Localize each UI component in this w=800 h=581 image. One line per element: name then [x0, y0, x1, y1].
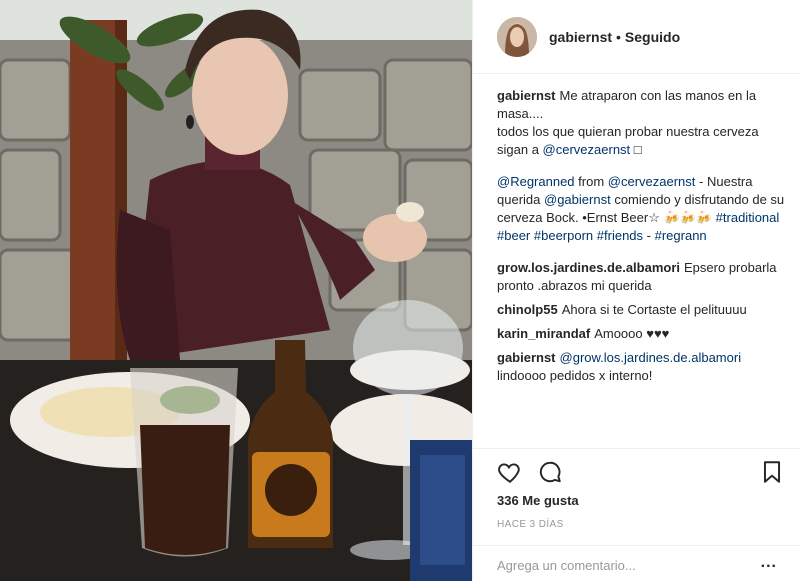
caption-line2-wrap: todos los que quieran probar nuestra cer…: [497, 123, 787, 159]
heart-icon[interactable]: [497, 459, 525, 487]
bookmark-icon[interactable]: [759, 459, 787, 487]
regram-from: from: [578, 174, 605, 189]
comment-item: karin_mirandaf Amoooo ♥♥♥: [497, 325, 787, 343]
avatar[interactable]: [497, 16, 537, 57]
more-options-button[interactable]: ...: [761, 554, 777, 572]
hashtag[interactable]: #friends: [597, 228, 643, 243]
comment-mention[interactable]: @grow.los.jardines.de.albamori: [560, 350, 742, 365]
comment-icon[interactable]: [537, 459, 565, 487]
hashtag[interactable]: #regrann: [655, 228, 707, 243]
add-comment-bar: ...: [473, 545, 800, 581]
follow-status-button[interactable]: Seguido: [625, 29, 680, 45]
likes-count[interactable]: 336 Me gusta: [497, 493, 579, 508]
comment-item: gabiernst @grow.los.jardines.de.albamori …: [497, 349, 787, 385]
comment-input[interactable]: [497, 554, 737, 576]
hashtag[interactable]: #traditional: [716, 210, 780, 225]
comment-username[interactable]: grow.los.jardines.de.albamori: [497, 260, 680, 275]
instagram-post: gabiernst • Seguido gabiernst Me atraparo…: [0, 0, 800, 581]
hashtag[interactable]: #beerporn: [534, 228, 593, 243]
hashtag[interactable]: #beer: [497, 228, 530, 243]
comment-username[interactable]: karin_mirandaf: [497, 326, 590, 341]
regram-dash: -: [646, 228, 651, 243]
comment-item: chinolp55 Ahora si te Cortaste el pelituu…: [497, 301, 787, 319]
photo-illustration: [0, 0, 472, 581]
regram-text: @Regranned from @cervezaernst - Nuestra …: [497, 173, 787, 245]
comment-item: grow.los.jardines.de.albamori Epsero prob…: [497, 259, 787, 295]
action-icon-row: [497, 459, 787, 487]
post-timestamp[interactable]: HACE 3 DÍAS: [497, 519, 564, 530]
regram-mention-1[interactable]: @Regranned: [497, 174, 575, 189]
caption-mention[interactable]: @cervezaernst: [543, 142, 631, 157]
comment-text: Ahora si te Cortaste el pelituuuu: [561, 302, 747, 317]
header-separator: •: [616, 28, 621, 45]
comment-text: lindoooo pedidos x interno!: [497, 368, 653, 383]
avatar-image: [497, 16, 537, 57]
post-header: gabiernst • Seguido: [473, 0, 800, 74]
post-actions: 336 Me gusta HACE 3 DÍAS ...: [473, 448, 800, 581]
comment-text: Amoooo ♥♥♥: [594, 326, 670, 341]
post-side-panel: gabiernst • Seguido gabiernst Me atraparo…: [472, 0, 800, 581]
caption: gabiernst Me atraparon con las manos en l…: [497, 87, 787, 159]
caption-username[interactable]: gabiernst: [497, 88, 556, 103]
header-username[interactable]: gabiernst: [549, 29, 612, 45]
comment-username[interactable]: gabiernst: [497, 350, 556, 365]
regram-mention-2[interactable]: @cervezaernst: [608, 174, 696, 189]
caption-trailing: □: [633, 142, 642, 157]
comment-username[interactable]: chinolp55: [497, 302, 558, 317]
comments-list: gabiernst Me atraparon con las manos en l…: [497, 87, 787, 391]
post-photo[interactable]: [0, 0, 472, 581]
regram-mention-3[interactable]: @gabiernst: [544, 192, 611, 207]
